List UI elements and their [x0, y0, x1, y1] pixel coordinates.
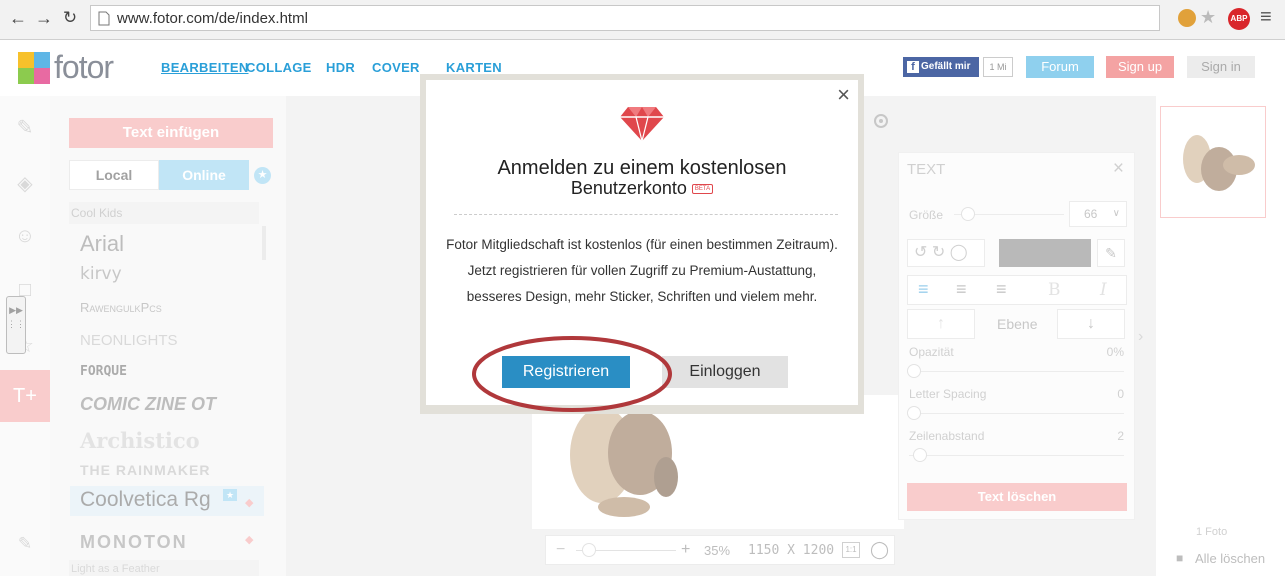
signin-button[interactable]: Sign in — [1187, 56, 1255, 78]
nav-hdr[interactable]: HDR — [326, 60, 355, 75]
login-button[interactable]: Einloggen — [662, 356, 788, 388]
forward-arrow-icon[interactable]: → — [34, 8, 54, 28]
extension-icon[interactable] — [1178, 9, 1196, 27]
adblock-icon[interactable]: ABP — [1228, 8, 1250, 30]
beta-badge: BETA — [691, 184, 714, 195]
url-text: www.fotor.com/de/index.html — [117, 10, 308, 27]
back-arrow-icon[interactable]: ← — [8, 8, 28, 28]
highlight-ring — [472, 336, 672, 412]
nav-edit[interactable]: BEARBEITEN — [161, 60, 249, 75]
facebook-like-button[interactable]: f Gefällt mir — [903, 57, 979, 77]
nav-cards[interactable]: KARTEN — [446, 60, 502, 75]
like-label: Gefällt mir — [921, 61, 971, 72]
reload-icon[interactable]: ↻ — [60, 8, 80, 28]
signup-button[interactable]: Sign up — [1106, 56, 1174, 78]
nav-collage[interactable]: COLLAGE — [246, 60, 312, 75]
address-bar[interactable]: www.fotor.com/de/index.html — [90, 5, 1160, 31]
facebook-icon: f — [907, 61, 919, 73]
close-modal-icon[interactable]: × — [837, 82, 850, 108]
browser-toolbar: ← → ↻ www.fotor.com/de/index.html ★ ABP … — [0, 0, 1285, 40]
modal-title-line1: Anmelden zu einem kostenlosen — [497, 157, 787, 179]
fotor-logo-icon — [18, 52, 50, 84]
modal-description: Fotor Mitgliedschaft ist kostenlos (für … — [446, 237, 838, 304]
modal-divider — [454, 214, 838, 215]
like-count: 1 Mi — [983, 57, 1013, 77]
page-icon — [98, 11, 110, 26]
modal-title-line2-row: Benutzerkonto BETA — [426, 178, 858, 198]
diamond-icon — [620, 107, 664, 141]
modal-title: Anmelden zu einem kostenlosen Benutzerko… — [426, 158, 858, 198]
nav-cover[interactable]: COVER — [372, 60, 420, 75]
menu-icon[interactable]: ≡ — [1260, 6, 1272, 29]
logo-text[interactable]: fotor — [54, 49, 114, 86]
bookmark-star-icon[interactable]: ★ — [1200, 7, 1216, 28]
modal-title-line2: Benutzerkonto — [570, 178, 687, 198]
forum-button[interactable]: Forum — [1026, 56, 1094, 78]
